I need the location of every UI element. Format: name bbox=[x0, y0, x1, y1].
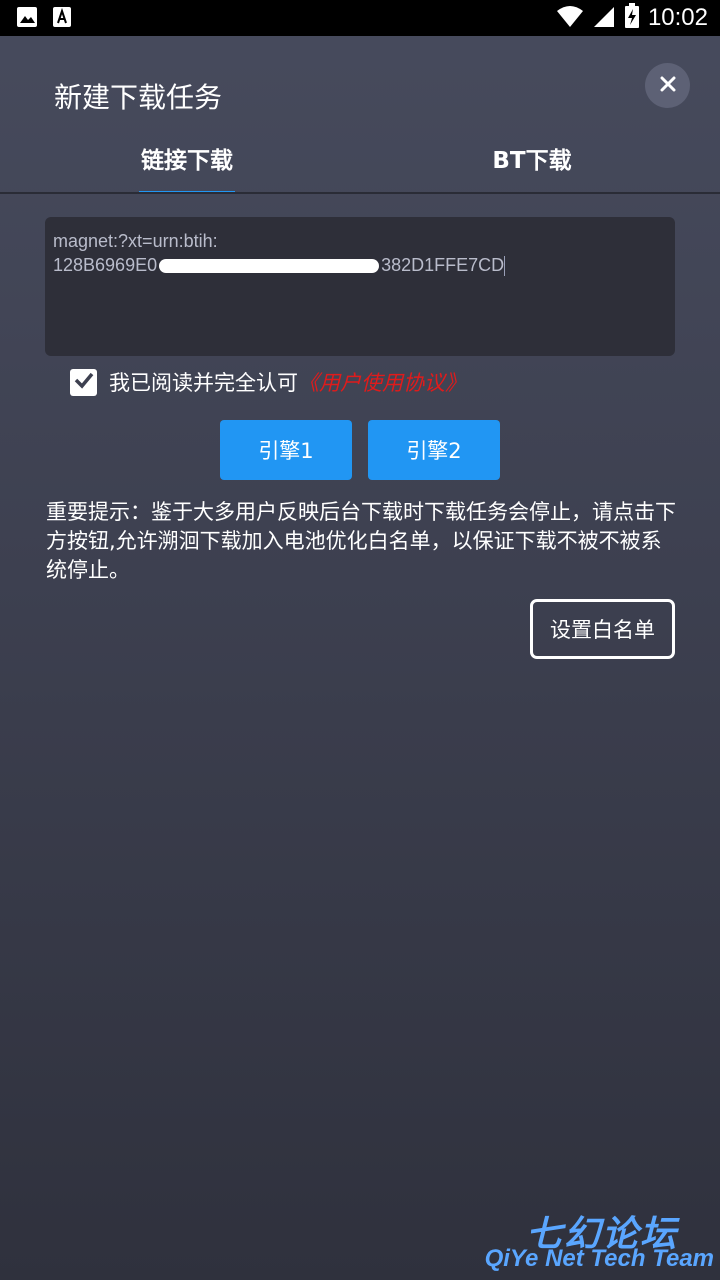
wifi-icon bbox=[556, 4, 584, 32]
url-line-1: magnet:?xt=urn:btih: bbox=[53, 231, 218, 251]
url-line-2: 128B6969E0 382D1FFE7CD bbox=[53, 253, 667, 277]
font-icon bbox=[52, 6, 72, 32]
url-prefix: 128B6969E0 bbox=[53, 255, 158, 275]
url-suffix: 382D1FFE7CD bbox=[381, 255, 505, 275]
check-icon bbox=[73, 369, 95, 395]
close-icon bbox=[660, 76, 676, 96]
user-agreement-link[interactable]: 《用户使用协议》 bbox=[298, 367, 466, 397]
dialog-header: 新建下载任务 链接下载 BT下载 bbox=[0, 36, 720, 194]
engine2-button[interactable]: 引擎2 bbox=[368, 420, 500, 480]
battery-notice: 重要提示：鉴于大多用户反映后台下载时下载任务会停止，请点击下方按钮,允许溯洄下载… bbox=[46, 500, 676, 582]
watermark-logo: 七幻论坛 QiYe Net Tech Team bbox=[484, 1205, 720, 1280]
magnet-url-input[interactable]: magnet:?xt=urn:btih: 128B6969E0 382D1FFE7… bbox=[45, 217, 675, 356]
tab-link-download[interactable]: 链接下载 bbox=[139, 141, 235, 193]
signal-icon bbox=[592, 4, 616, 32]
close-button[interactable] bbox=[645, 63, 690, 108]
battery-charging-icon bbox=[624, 3, 640, 33]
tab-bar: 链接下载 BT下载 bbox=[0, 141, 720, 194]
tab-bt-download[interactable]: BT下载 bbox=[480, 141, 584, 193]
agreement-row: 我已阅读并完全认可 《用户使用协议》 bbox=[70, 367, 466, 397]
set-whitelist-button[interactable]: 设置白名单 bbox=[530, 599, 675, 659]
text-caret bbox=[504, 256, 506, 277]
image-icon bbox=[16, 6, 38, 32]
agreement-checkbox[interactable] bbox=[70, 368, 97, 396]
watermark-en: QiYe Net Tech Team bbox=[484, 1245, 714, 1272]
dialog-title: 新建下载任务 bbox=[54, 81, 223, 114]
status-bar: 10:02 bbox=[0, 0, 720, 36]
redaction-mark bbox=[159, 259, 380, 274]
divider bbox=[0, 192, 720, 194]
engine1-button[interactable]: 引擎1 bbox=[220, 420, 352, 480]
agreement-text: 我已阅读并完全认可 bbox=[109, 371, 298, 395]
clock: 10:02 bbox=[647, 4, 708, 31]
